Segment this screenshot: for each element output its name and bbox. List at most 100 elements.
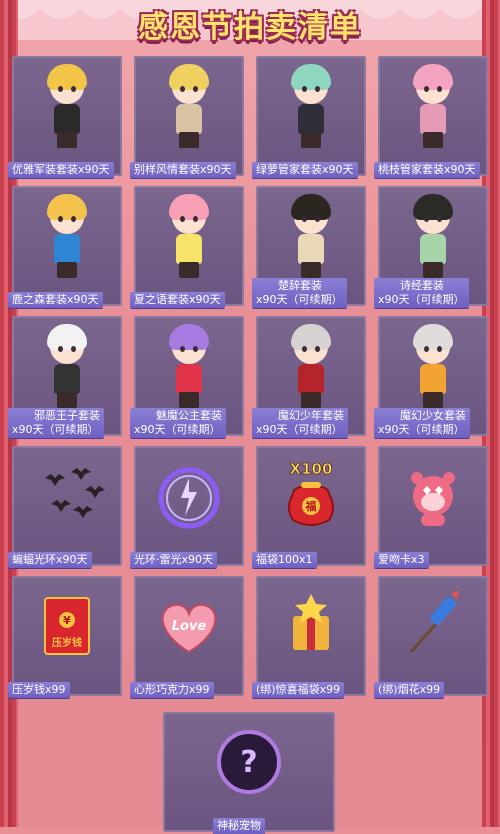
avatar-eye bbox=[193, 216, 198, 222]
item-label: 魔幻少年套装 x90天（可续期） bbox=[252, 408, 348, 438]
auction-item-card[interactable]: 光环·雷光x90天 bbox=[130, 446, 244, 568]
avatar-outfit bbox=[420, 234, 446, 264]
item-thumbnail bbox=[14, 58, 120, 154]
auction-item-card[interactable]: (绑)惊喜福袋x99 bbox=[252, 576, 366, 698]
item-label: 心形巧克力x99 bbox=[130, 682, 214, 698]
avatar-eye bbox=[71, 86, 76, 92]
item-duration: x90天 bbox=[189, 293, 221, 306]
item-name: 楚辞套装 bbox=[278, 279, 322, 292]
surprise-bag-icon bbox=[293, 594, 329, 650]
avatar-eye bbox=[180, 216, 185, 222]
avatar-legs bbox=[57, 262, 77, 278]
item-label: 别样风情套装x90天 bbox=[130, 162, 236, 178]
auction-item-card[interactable]: 邪恶王子套装 x90天（可续期） bbox=[8, 316, 122, 438]
auction-item-card[interactable]: 福 X100 福袋100x1 bbox=[252, 446, 366, 568]
avatar-outfit bbox=[298, 234, 324, 264]
avatar-hair bbox=[47, 194, 87, 220]
avatar-legs bbox=[301, 132, 321, 148]
item-label: 夏之语套装x90天 bbox=[130, 292, 225, 308]
item-duration: x3 bbox=[411, 553, 425, 566]
gift-shape bbox=[307, 616, 315, 650]
auction-item-card[interactable]: 优雅军装套装x90天 bbox=[8, 56, 122, 178]
avatar-legs bbox=[423, 392, 443, 408]
avatar-legs bbox=[179, 392, 199, 408]
avatar-hair bbox=[291, 194, 331, 220]
item-thumbnail bbox=[136, 448, 242, 544]
firework-rocket-icon bbox=[409, 590, 459, 653]
heart-chocolate-icon: Love bbox=[161, 603, 217, 654]
item-thumbnail: Love bbox=[136, 578, 242, 674]
item-thumbnail bbox=[380, 578, 486, 674]
avatar-eye bbox=[424, 346, 429, 352]
character-avatar bbox=[281, 322, 341, 410]
item-duration: x1 bbox=[299, 553, 313, 566]
auction-item-card[interactable]: 魔幻少年套装 x90天（可续期） bbox=[252, 316, 366, 438]
bat-shape bbox=[71, 468, 91, 480]
item-label: 诗经套装 x90天（可续期） bbox=[374, 278, 469, 308]
item-label: 神秘宠物 bbox=[213, 818, 265, 834]
item-thumbnail: 福 X100 bbox=[258, 448, 364, 544]
item-label: (绑)烟花x99 bbox=[374, 682, 445, 698]
item-label: 优雅军装套装x90天 bbox=[8, 162, 114, 178]
auction-item-card[interactable]: (绑)烟花x99 bbox=[374, 576, 488, 698]
auction-item-card[interactable]: 蝙蝠光环x90天 bbox=[8, 446, 122, 568]
item-name: 邪恶王子套装 bbox=[34, 409, 100, 422]
item-duration: x99 bbox=[45, 683, 66, 696]
item-label: 桃枝管家套装x90天 bbox=[374, 162, 480, 178]
item-duration: x90天（可续期） bbox=[134, 423, 221, 436]
item-name: 心形巧克力 bbox=[134, 683, 189, 696]
mystery-shape: ? bbox=[240, 745, 257, 780]
title-banner: 感恩节拍卖清单 bbox=[85, 2, 415, 46]
item-name: 魅魔公主套装 bbox=[156, 409, 222, 422]
avatar-eye bbox=[424, 86, 429, 92]
item-duration: x90天（可续期） bbox=[256, 293, 343, 306]
auction-item-card[interactable]: 绿萝管家套装x90天 bbox=[252, 56, 366, 178]
item-name: 鹿之森套装 bbox=[12, 293, 67, 306]
envelope-text: 压岁钱 bbox=[52, 636, 82, 649]
avatar-legs bbox=[179, 132, 199, 148]
bear-shape bbox=[421, 514, 445, 526]
character-avatar bbox=[159, 322, 219, 410]
auction-item-card[interactable]: 魅魔公主套装 x90天（可续期） bbox=[130, 316, 244, 438]
item-thumbnail bbox=[380, 58, 486, 154]
auction-item-card[interactable]: ¥ 压岁钱 压岁钱x99 bbox=[8, 576, 122, 698]
item-duration: x90天（可续期） bbox=[12, 423, 99, 436]
item-thumbnail bbox=[136, 188, 242, 284]
auction-item-card[interactable]: 鹿之森套装x90天 bbox=[8, 186, 122, 308]
item-name: 魔幻少女套装 bbox=[400, 409, 466, 422]
item-thumbnail bbox=[258, 578, 364, 674]
auction-item-card[interactable]: 魔幻少女套装 x90天（可续期） bbox=[374, 316, 488, 438]
avatar-eye bbox=[58, 216, 63, 222]
item-name: (绑)惊喜福袋 bbox=[256, 683, 320, 696]
item-label: 邪恶王子套装 x90天（可续期） bbox=[8, 408, 104, 438]
avatar-eye bbox=[180, 346, 185, 352]
bat-shape bbox=[51, 500, 71, 512]
item-name: 绿萝管家套装 bbox=[256, 163, 322, 176]
avatar-outfit bbox=[420, 104, 446, 134]
auction-item-card[interactable]: 桃枝管家套装x90天 bbox=[374, 56, 488, 178]
quantity-badge: X100 bbox=[290, 460, 333, 478]
character-avatar bbox=[281, 62, 341, 150]
avatar-hair bbox=[291, 64, 331, 90]
item-duration: x90天（可续期） bbox=[256, 423, 343, 436]
avatar-legs bbox=[301, 262, 321, 278]
auction-item-card[interactable]: Love 心形巧克力x99 bbox=[130, 576, 244, 698]
avatar-hair bbox=[413, 324, 453, 350]
chocolate-text: Love bbox=[172, 619, 207, 634]
character-avatar bbox=[403, 322, 463, 410]
auction-item-card[interactable]: 夏之语套装x90天 bbox=[130, 186, 244, 308]
item-label: 光环·雷光x90天 bbox=[130, 552, 218, 568]
auction-item-card[interactable]: ? 神秘宠物 bbox=[163, 712, 335, 834]
auction-item-card[interactable]: 别样风情套装x90天 bbox=[130, 56, 244, 178]
avatar-eye bbox=[71, 346, 76, 352]
avatar-eye bbox=[58, 346, 63, 352]
item-name: 福袋100 bbox=[256, 553, 299, 566]
auction-item-card[interactable]: 爱吻卡x3 bbox=[374, 446, 488, 568]
avatar-legs bbox=[179, 262, 199, 278]
rocket-shape bbox=[429, 596, 457, 626]
auction-item-card[interactable]: 楚辞套装 x90天（可续期） bbox=[252, 186, 366, 308]
avatar-eye bbox=[424, 216, 429, 222]
item-label: 蝙蝠光环x90天 bbox=[8, 552, 92, 568]
auction-item-card[interactable]: 诗经套装 x90天（可续期） bbox=[374, 186, 488, 308]
page-title: 感恩节拍卖清单 bbox=[138, 10, 362, 45]
